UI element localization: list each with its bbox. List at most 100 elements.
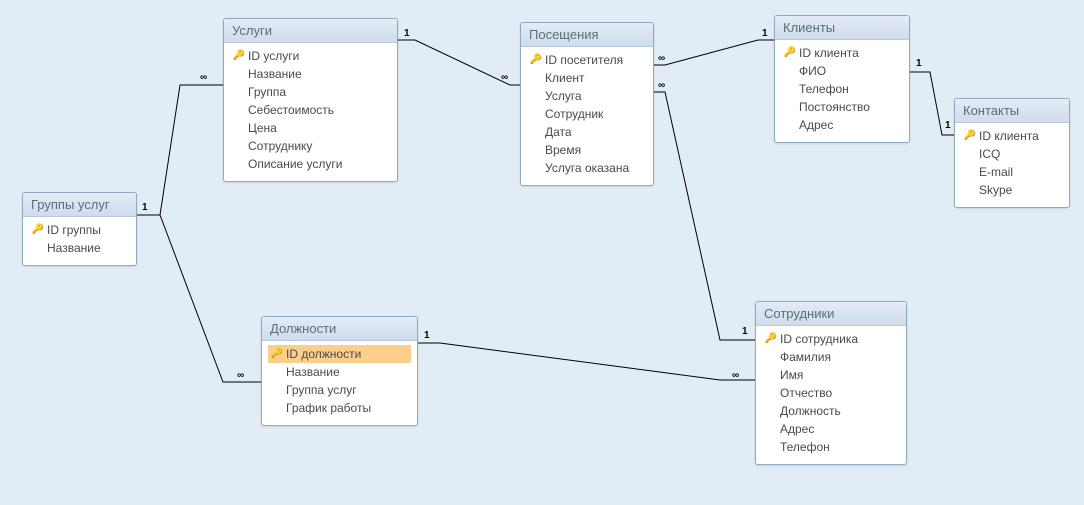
field-row[interactable]: ICQ xyxy=(961,145,1063,163)
rel-label-one: 1 xyxy=(424,330,430,341)
primary-key-icon: 🔑 xyxy=(230,48,248,64)
rel-label-many: ∞ xyxy=(732,370,739,381)
rel-label-many: ∞ xyxy=(200,72,207,83)
field-row[interactable]: 🔑ID сотрудника xyxy=(762,330,900,348)
field-row[interactable]: Время xyxy=(527,141,647,159)
field-label: ID услуги xyxy=(248,48,299,64)
field-row[interactable]: Услуга оказана xyxy=(527,159,647,177)
primary-key-icon: 🔑 xyxy=(29,222,47,238)
field-row[interactable]: Skype xyxy=(961,181,1063,199)
field-label: График работы xyxy=(286,400,371,416)
field-row[interactable]: 🔑ID услуги xyxy=(230,47,391,65)
field-row[interactable]: Название xyxy=(29,239,130,257)
field-label: ФИО xyxy=(799,63,826,79)
field-row[interactable]: Себестоимость xyxy=(230,101,391,119)
field-row[interactable]: Адрес xyxy=(762,420,900,438)
entity-title[interactable]: Клиенты xyxy=(775,16,909,40)
field-label: Отчество xyxy=(780,385,832,401)
field-label: ID посетителя xyxy=(545,52,623,68)
field-label: ID клиента xyxy=(979,128,1039,144)
rel-label-one: 1 xyxy=(945,120,951,131)
field-row[interactable]: 🔑ID посетителя xyxy=(527,51,647,69)
field-label: Сотруднику xyxy=(248,138,312,154)
field-row[interactable]: 🔑ID группы xyxy=(29,221,130,239)
entity-contacts[interactable]: Контакты 🔑ID клиентаICQE-mailSkype xyxy=(954,98,1070,208)
field-row[interactable]: Описание услуги xyxy=(230,155,391,173)
field-label: ICQ xyxy=(979,146,1000,162)
key-icon: 🔑 xyxy=(233,48,245,64)
entity-clients[interactable]: Клиенты 🔑ID клиентаФИОТелефонПостоянство… xyxy=(774,15,910,143)
key-icon: 🔑 xyxy=(964,128,976,144)
primary-key-icon: 🔑 xyxy=(781,45,799,61)
field-label: Услуга оказана xyxy=(545,160,629,176)
field-row[interactable]: 🔑ID клиента xyxy=(961,127,1063,145)
field-row[interactable]: График работы xyxy=(268,399,411,417)
field-row[interactable]: Цена xyxy=(230,119,391,137)
entity-visits[interactable]: Посещения 🔑ID посетителяКлиентУслугаСотр… xyxy=(520,22,654,186)
field-label: Услуга xyxy=(545,88,582,104)
field-row[interactable]: Телефон xyxy=(762,438,900,456)
entity-title[interactable]: Сотрудники xyxy=(756,302,906,326)
field-row[interactable]: Имя xyxy=(762,366,900,384)
field-label: Адрес xyxy=(780,421,814,437)
field-row[interactable]: 🔑ID должности xyxy=(268,345,411,363)
entity-positions[interactable]: Должности 🔑ID должностиНазваниеГруппа ус… xyxy=(261,316,418,426)
field-label: Постоянство xyxy=(799,99,870,115)
rel-label-one: 1 xyxy=(142,202,148,213)
field-row[interactable]: 🔑ID клиента xyxy=(781,44,903,62)
entity-title[interactable]: Услуги xyxy=(224,19,397,43)
key-icon: 🔑 xyxy=(271,346,283,362)
key-icon: 🔑 xyxy=(784,45,796,61)
field-row[interactable]: Отчество xyxy=(762,384,900,402)
rel-label-one: 1 xyxy=(404,28,410,39)
primary-key-icon: 🔑 xyxy=(762,331,780,347)
entity-employees[interactable]: Сотрудники 🔑ID сотрудникаФамилияИмяОтчес… xyxy=(755,301,907,465)
field-row[interactable]: Дата xyxy=(527,123,647,141)
field-row[interactable]: Название xyxy=(230,65,391,83)
rel-label-one: 1 xyxy=(762,28,768,39)
field-label: Skype xyxy=(979,182,1012,198)
field-row[interactable]: Группа xyxy=(230,83,391,101)
primary-key-icon: 🔑 xyxy=(527,52,545,68)
field-row[interactable]: Сотрудник xyxy=(527,105,647,123)
field-row[interactable]: Группа услуг xyxy=(268,381,411,399)
field-row[interactable]: Сотруднику xyxy=(230,137,391,155)
field-row[interactable]: ФИО xyxy=(781,62,903,80)
rel-label-one: 1 xyxy=(742,326,748,337)
entity-title[interactable]: Посещения xyxy=(521,23,653,47)
field-row[interactable]: Фамилия xyxy=(762,348,900,366)
field-label: Клиент xyxy=(545,70,585,86)
rel-label-many: ∞ xyxy=(237,370,244,381)
entity-groups[interactable]: Группы услуг 🔑ID группыНазвание xyxy=(22,192,137,266)
field-label: Время xyxy=(545,142,581,158)
field-label: Название xyxy=(248,66,302,82)
field-row[interactable]: Адрес xyxy=(781,116,903,134)
field-row[interactable]: E-mail xyxy=(961,163,1063,181)
entity-title[interactable]: Группы услуг xyxy=(23,193,136,217)
rel-label-many: ∞ xyxy=(658,53,665,64)
field-row[interactable]: Название xyxy=(268,363,411,381)
entity-services[interactable]: Услуги 🔑ID услугиНазваниеГруппаСебестоим… xyxy=(223,18,398,182)
field-label: Название xyxy=(47,240,101,256)
field-label: Адрес xyxy=(799,117,833,133)
entity-title[interactable]: Должности xyxy=(262,317,417,341)
primary-key-icon: 🔑 xyxy=(268,346,286,362)
field-row[interactable]: Услуга xyxy=(527,87,647,105)
field-label: Группа xyxy=(248,84,286,100)
rel-label-many: ∞ xyxy=(501,72,508,83)
field-label: Телефон xyxy=(799,81,849,97)
field-label: ID клиента xyxy=(799,45,859,61)
field-label: ID группы xyxy=(47,222,101,238)
field-row[interactable]: Постоянство xyxy=(781,98,903,116)
field-label: Группа услуг xyxy=(286,382,357,398)
field-label: Цена xyxy=(248,120,277,136)
field-label: ID сотрудника xyxy=(780,331,858,347)
field-row[interactable]: Должность xyxy=(762,402,900,420)
field-label: ID должности xyxy=(286,346,361,362)
entity-title[interactable]: Контакты xyxy=(955,99,1069,123)
field-label: Сотрудник xyxy=(545,106,603,122)
field-label: Себестоимость xyxy=(248,102,334,118)
field-label: Дата xyxy=(545,124,572,140)
field-row[interactable]: Телефон xyxy=(781,80,903,98)
field-row[interactable]: Клиент xyxy=(527,69,647,87)
